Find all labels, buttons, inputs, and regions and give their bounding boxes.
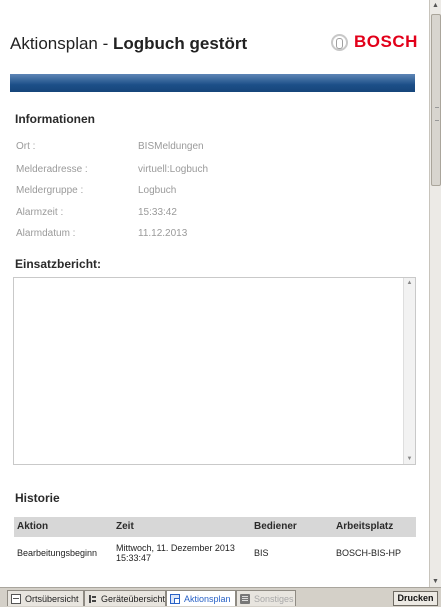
page-scrollbar[interactable]: ▲ ▼	[429, 0, 441, 587]
cell-bediener: BIS	[254, 548, 269, 558]
cell-zeit-date: Mittwoch, 11. Dezember 2013	[116, 543, 235, 553]
history-section-title: Historie	[15, 491, 60, 505]
tab-label: Ortsübersicht	[25, 593, 79, 604]
scrollbar-thumb[interactable]	[431, 14, 441, 186]
grip-icon	[435, 107, 439, 121]
info-label: Meldergruppe :	[16, 185, 84, 196]
tab-sonstiges[interactable]: Sonstiges	[236, 590, 296, 606]
report-section-title: Einsatzbericht:	[15, 257, 102, 271]
tab-label: Geräteübersicht	[100, 593, 165, 604]
info-label: Melderadresse :	[16, 164, 88, 175]
map-icon	[11, 593, 21, 604]
brand-logo: BOSCH	[331, 32, 418, 52]
column-header-bediener: Bediener	[254, 521, 297, 532]
bosch-logo-icon	[331, 33, 348, 51]
tab-label: Sonstiges	[254, 593, 294, 604]
scroll-up-icon[interactable]: ▲	[404, 278, 415, 288]
cell-aktion: Bearbeitungsbeginn	[17, 548, 98, 558]
page-title: Aktionsplan - Logbuch gestört	[10, 34, 247, 54]
bottom-tab-bar: Ortsübersicht Geräteübersicht Aktionspla…	[0, 587, 441, 607]
scroll-down-icon[interactable]: ▼	[404, 454, 415, 464]
column-header-arbeitsplatz: Arbeitsplatz	[336, 521, 394, 532]
tree-icon	[88, 594, 97, 604]
cell-zeit: Mittwoch, 11. Dezember 2013 15:33:47	[113, 543, 251, 563]
brand-name: BOSCH	[354, 32, 418, 51]
report-scrollbar[interactable]: ▲ ▼	[403, 278, 415, 464]
table-row: Bearbeitungsbeginn Mittwoch, 11. Dezembe…	[14, 537, 416, 563]
info-section-title: Informationen	[15, 112, 95, 126]
history-header-row: Aktion Zeit Bediener Arbeitsplatz	[14, 517, 416, 537]
info-value: virtuell:Logbuch	[138, 164, 209, 175]
misc-icon	[240, 593, 250, 604]
plan-icon	[170, 593, 180, 604]
column-header-aktion: Aktion	[17, 521, 49, 532]
report-textarea[interactable]: ▲ ▼	[13, 277, 416, 465]
cell-arbeitsplatz: BOSCH-BIS-HP	[336, 548, 402, 558]
info-value: 11.12.2013	[138, 228, 188, 239]
print-button[interactable]: Drucken	[393, 591, 438, 606]
title-bold: Logbuch gestört	[113, 34, 248, 53]
info-label: Alarmdatum :	[16, 228, 76, 239]
info-value: 15:33:42	[138, 207, 177, 218]
title-prefix: Aktionsplan -	[10, 34, 113, 53]
tab-label: Aktionsplan	[184, 593, 231, 604]
scroll-up-icon[interactable]: ▲	[430, 0, 441, 11]
history-table: Aktion Zeit Bediener Arbeitsplatz Bearbe…	[14, 517, 416, 563]
cell-zeit-time: 15:33:47	[116, 553, 152, 563]
info-value: BISMeldungen	[138, 141, 204, 152]
column-header-zeit: Zeit	[116, 521, 134, 532]
action-plan-page: Aktionsplan - Logbuch gestört BOSCH Info…	[0, 0, 429, 587]
info-label: Alarmzeit :	[16, 207, 64, 218]
tab-geraeteuebersicht[interactable]: Geräteübersicht	[84, 590, 166, 606]
info-label: Ort :	[16, 141, 36, 152]
header-band	[10, 74, 415, 92]
tab-ortsuebersicht[interactable]: Ortsübersicht	[7, 590, 84, 606]
info-value: Logbuch	[138, 185, 177, 196]
scroll-down-icon[interactable]: ▼	[430, 576, 441, 587]
tab-aktionsplan[interactable]: Aktionsplan	[166, 590, 236, 606]
